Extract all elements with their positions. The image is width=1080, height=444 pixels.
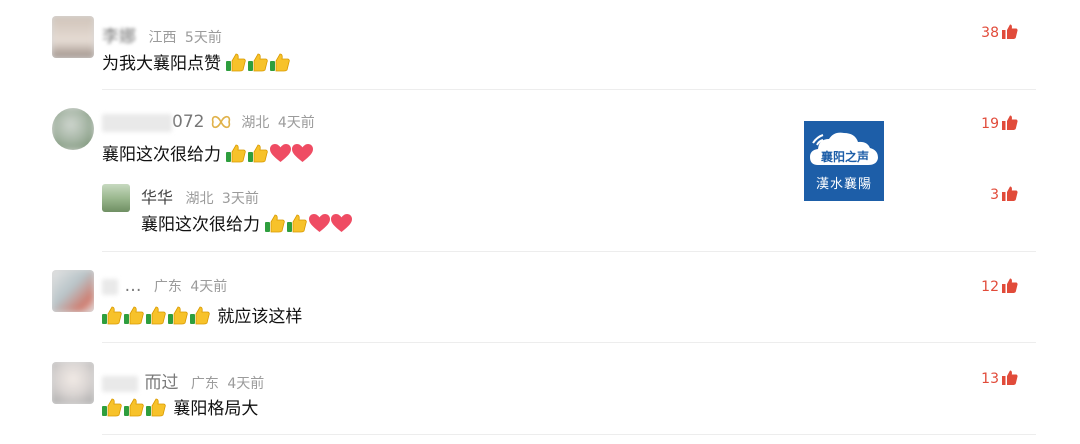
comment-text-row: 襄阳这次很给力	[102, 140, 314, 168]
divider	[102, 342, 1036, 343]
comment-meta: … 广东 4天前	[102, 276, 227, 296]
username-redaction	[102, 376, 138, 392]
logo-brand: 襄阳之声	[820, 150, 869, 164]
comment-text-row: 就应该这样	[102, 302, 302, 330]
reply-timestamp: 3天前	[221, 191, 259, 207]
username[interactable]: 而过	[144, 373, 178, 393]
location: 江西	[148, 30, 177, 46]
avatar[interactable]	[52, 270, 94, 312]
thumbs-up-icon	[1002, 186, 1018, 205]
thumbs-up-emoji-icon	[168, 306, 189, 330]
heart-icon	[270, 144, 292, 168]
like-button[interactable]: 19	[981, 115, 1018, 134]
comment-text: 襄阳这次很给力	[102, 145, 221, 165]
like-count: 19	[981, 116, 999, 132]
like-button[interactable]: 38	[981, 24, 1018, 43]
location: 广东	[190, 376, 219, 392]
heart-icon	[309, 214, 331, 238]
divider	[102, 89, 1036, 90]
avatar[interactable]	[52, 16, 94, 58]
reply-text: 襄阳这次很给力	[141, 215, 260, 235]
heart-icon	[292, 144, 314, 168]
thumbs-up-emoji-icon	[146, 398, 167, 422]
avatar[interactable]	[52, 362, 94, 404]
like-count: 38	[981, 25, 999, 41]
reply-meta: 华华 湖北 3天前	[141, 184, 259, 208]
thumbs-up-emoji-icon	[102, 398, 123, 422]
avatar[interactable]	[52, 108, 94, 150]
reply-location: 湖北	[185, 191, 214, 207]
thumbs-up-emoji-icon	[270, 53, 291, 77]
location: 湖北	[241, 115, 270, 131]
reply-text-row: 襄阳这次很给力	[141, 210, 353, 238]
timestamp: 4天前	[227, 376, 265, 392]
thumbs-up-emoji-icon	[287, 214, 308, 238]
thumbs-up-emoji-icon	[226, 53, 247, 77]
location: 广东	[153, 279, 182, 295]
thumbs-up-emoji-icon	[248, 53, 269, 77]
thumbs-up-icon	[1002, 24, 1018, 43]
thumbs-up-emoji-icon	[226, 144, 247, 168]
username-redaction	[102, 114, 172, 132]
like-count: 12	[981, 279, 999, 295]
username[interactable]: …	[124, 276, 141, 296]
reply-like-count: 3	[990, 187, 999, 203]
like-count: 13	[981, 371, 999, 387]
comment-meta: 072 湖北 4天前	[102, 112, 315, 134]
timestamp: 4天前	[277, 115, 315, 131]
vip-badge-icon	[211, 114, 231, 134]
timestamp: 4天前	[190, 279, 228, 295]
comment-text: 为我大襄阳点赞	[102, 54, 221, 74]
logo-subtitle: 漢水襄陽	[815, 177, 872, 192]
divider	[102, 434, 1036, 435]
like-button[interactable]: 12	[981, 278, 1018, 297]
thumbs-up-icon	[1002, 115, 1018, 134]
reply-username[interactable]: 华华	[141, 188, 173, 207]
thumbs-up-icon	[1002, 278, 1018, 297]
comment-meta: 李娜 江西 5天前	[102, 22, 222, 47]
thumbs-up-emoji-icon	[124, 306, 145, 330]
thumbs-up-icon	[1002, 370, 1018, 389]
username[interactable]: 李娜	[102, 27, 136, 47]
xiangyang-voice-logo: 襄阳之声 漢水襄陽	[804, 121, 884, 201]
thumbs-up-emoji-icon	[248, 144, 269, 168]
timestamp: 5天前	[184, 30, 222, 46]
comment-meta: 而过 广东 4天前	[102, 368, 264, 393]
thumbs-up-emoji-icon	[190, 306, 211, 330]
thumbs-up-emoji-icon	[102, 306, 123, 330]
username-redaction	[102, 279, 118, 295]
comment-text: 襄阳格局大	[173, 399, 259, 419]
comment-text-row: 为我大襄阳点赞	[102, 49, 292, 77]
like-button[interactable]: 13	[981, 370, 1018, 389]
heart-icon	[331, 214, 353, 238]
thumbs-up-emoji-icon	[124, 398, 145, 422]
reply-like-button[interactable]: 3	[990, 186, 1018, 205]
thumbs-up-emoji-icon	[265, 214, 286, 238]
divider	[102, 251, 1036, 252]
comment-text: 就应该这样	[217, 307, 303, 327]
reply-avatar[interactable]	[102, 184, 130, 212]
thumbs-up-emoji-icon	[146, 306, 167, 330]
username[interactable]: 072	[172, 112, 204, 132]
comment-text-row: 襄阳格局大	[102, 394, 258, 422]
